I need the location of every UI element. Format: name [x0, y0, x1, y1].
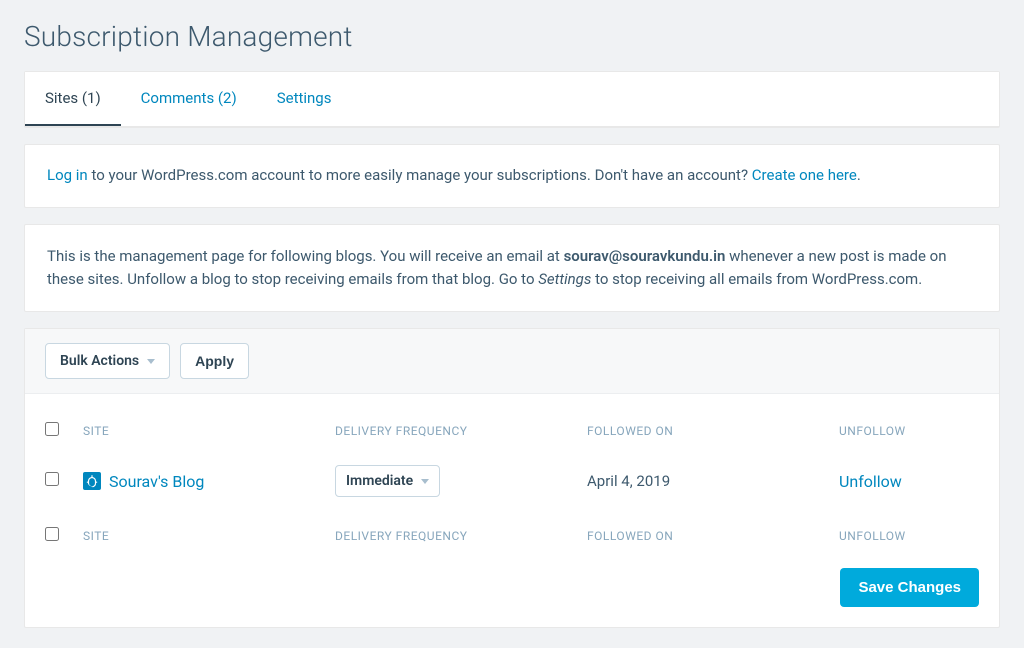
row-site-name[interactable]: Sourav's Blog [109, 472, 204, 491]
chevron-down-icon [421, 479, 429, 484]
header-site: SITE [73, 424, 325, 438]
apply-button[interactable]: Apply [180, 343, 249, 379]
table-footer: SITE DELIVERY FREQUENCY FOLLOWED ON UNFO… [25, 509, 999, 554]
table-header: SITE DELIVERY FREQUENCY FOLLOWED ON UNFO… [25, 394, 999, 453]
save-row: Save Changes [25, 554, 999, 627]
page-title: Subscription Management [24, 20, 1000, 53]
tab-nav: Sites (1) Comments (2) Settings [25, 72, 999, 127]
select-all-checkbox-top[interactable] [45, 422, 59, 436]
header-frequency: DELIVERY FREQUENCY [325, 424, 577, 438]
save-changes-button[interactable]: Save Changes [840, 568, 979, 607]
footer-checkbox-cell [25, 527, 73, 544]
desc-settings-word: Settings [538, 270, 591, 288]
footer-site: SITE [73, 529, 325, 543]
frequency-value: Immediate [346, 473, 413, 489]
login-notice-text: to your WordPress.com account to more ea… [88, 166, 752, 184]
row-frequency-cell: Immediate [325, 465, 577, 497]
tab-sites[interactable]: Sites (1) [25, 72, 121, 126]
site-icon [83, 472, 101, 490]
header-followed: FOLLOWED ON [577, 424, 829, 438]
row-followed-on: April 4, 2019 [577, 472, 829, 490]
unfollow-link[interactable]: Unfollow [829, 472, 999, 491]
row-checkbox[interactable] [45, 472, 59, 486]
desc-part1: This is the management page for followin… [47, 247, 564, 265]
footer-unfollow: UNFOLLOW [829, 529, 999, 543]
frequency-select[interactable]: Immediate [335, 465, 440, 497]
login-notice-period: . [857, 166, 861, 184]
select-all-checkbox-bottom[interactable] [45, 527, 59, 541]
tab-settings[interactable]: Settings [257, 72, 352, 126]
bulk-actions-label: Bulk Actions [60, 353, 139, 369]
tab-comments[interactable]: Comments (2) [121, 72, 257, 126]
table-row: Sourav's Blog Immediate April 4, 2019 Un… [25, 453, 999, 509]
header-checkbox-cell [25, 422, 73, 439]
footer-followed: FOLLOWED ON [577, 529, 829, 543]
header-unfollow: UNFOLLOW [829, 424, 999, 438]
create-account-link[interactable]: Create one here [752, 166, 857, 184]
row-site-cell: Sourav's Blog [73, 472, 325, 491]
desc-part3: to stop receiving all emails from WordPr… [591, 270, 922, 288]
login-notice: Log in to your WordPress.com account to … [24, 144, 1000, 208]
row-checkbox-cell [25, 472, 73, 490]
bulk-actions-bar: Bulk Actions Apply [25, 329, 999, 394]
bulk-actions-select[interactable]: Bulk Actions [45, 343, 170, 379]
description-card: This is the management page for followin… [24, 224, 1000, 313]
chevron-down-icon [147, 359, 155, 364]
login-link[interactable]: Log in [47, 166, 88, 184]
footer-frequency: DELIVERY FREQUENCY [325, 529, 577, 543]
desc-email: sourav@souravkundu.in [564, 247, 726, 265]
subscriptions-table: Bulk Actions Apply SITE DELIVERY FREQUEN… [24, 328, 1000, 628]
tabs-card: Sites (1) Comments (2) Settings [24, 71, 1000, 128]
